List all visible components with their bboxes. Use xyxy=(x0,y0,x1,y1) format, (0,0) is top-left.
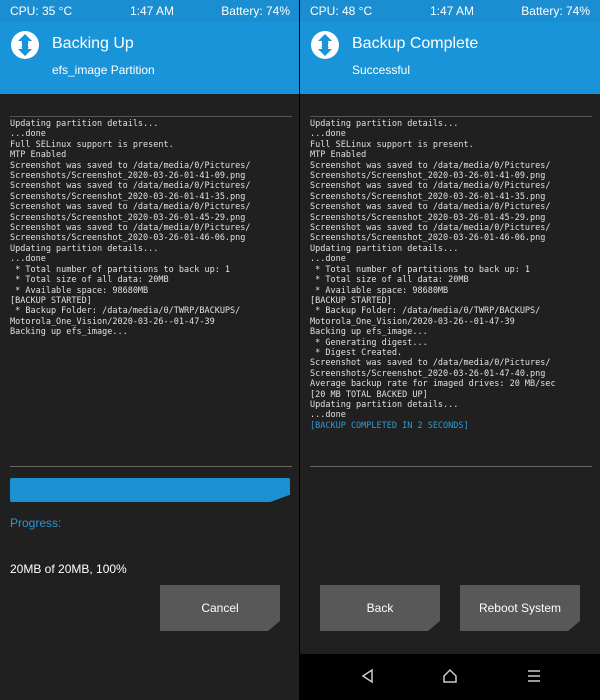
nav-back-icon[interactable] xyxy=(360,668,376,684)
console-divider xyxy=(310,466,592,467)
progress-label: Progress: xyxy=(10,516,62,530)
page-subtitle: efs_image Partition xyxy=(52,63,155,77)
cpu-temp: CPU: 35 °C xyxy=(10,4,73,18)
clock: 1:47 AM xyxy=(430,4,475,18)
page-subtitle: Successful xyxy=(352,63,411,77)
twrp-logo-icon xyxy=(11,31,39,59)
status-bar: CPU: 35 °C 1:47 AM Battery: 74% xyxy=(0,0,299,22)
backup-complete-message: [BACKUP COMPLETED IN 2 SECONDS] xyxy=(310,420,469,431)
backup-complete-screen: CPU: 48 °C 1:47 AM Battery: 74% Backup C… xyxy=(300,0,600,700)
cancel-button[interactable]: Cancel xyxy=(160,585,280,631)
console-divider xyxy=(10,466,292,467)
console-log: Updating partition details... ...done Fu… xyxy=(10,116,292,338)
cpu-temp: CPU: 48 °C xyxy=(310,4,373,18)
nav-home-icon[interactable] xyxy=(442,668,458,684)
header: Backing Up efs_image Partition xyxy=(0,22,299,94)
battery-level: Battery: 74% xyxy=(221,4,290,18)
clock: 1:47 AM xyxy=(130,4,175,18)
progress-text: 20MB of 20MB, 100% xyxy=(10,562,127,576)
console-text: Updating partition details... ...done Fu… xyxy=(310,119,556,421)
back-button[interactable]: Back xyxy=(320,585,440,631)
nav-menu-icon[interactable] xyxy=(526,668,542,684)
status-bar: CPU: 48 °C 1:47 AM Battery: 74% xyxy=(300,0,600,22)
progress-bar xyxy=(10,478,290,502)
header: Backup Complete Successful xyxy=(300,22,600,94)
backing-up-screen: CPU: 35 °C 1:47 AM Battery: 74% Backing … xyxy=(0,0,300,700)
page-title: Backup Complete xyxy=(352,35,479,52)
page-title: Backing Up xyxy=(52,35,134,52)
reboot-system-button[interactable]: Reboot System xyxy=(460,585,580,631)
navigation-bar xyxy=(300,654,600,700)
console-text: Updating partition details... ...done Fu… xyxy=(10,119,251,338)
console-log: Updating partition details... ...done Fu… xyxy=(310,116,592,431)
battery-level: Battery: 74% xyxy=(521,4,590,18)
twrp-logo-icon xyxy=(311,31,339,59)
